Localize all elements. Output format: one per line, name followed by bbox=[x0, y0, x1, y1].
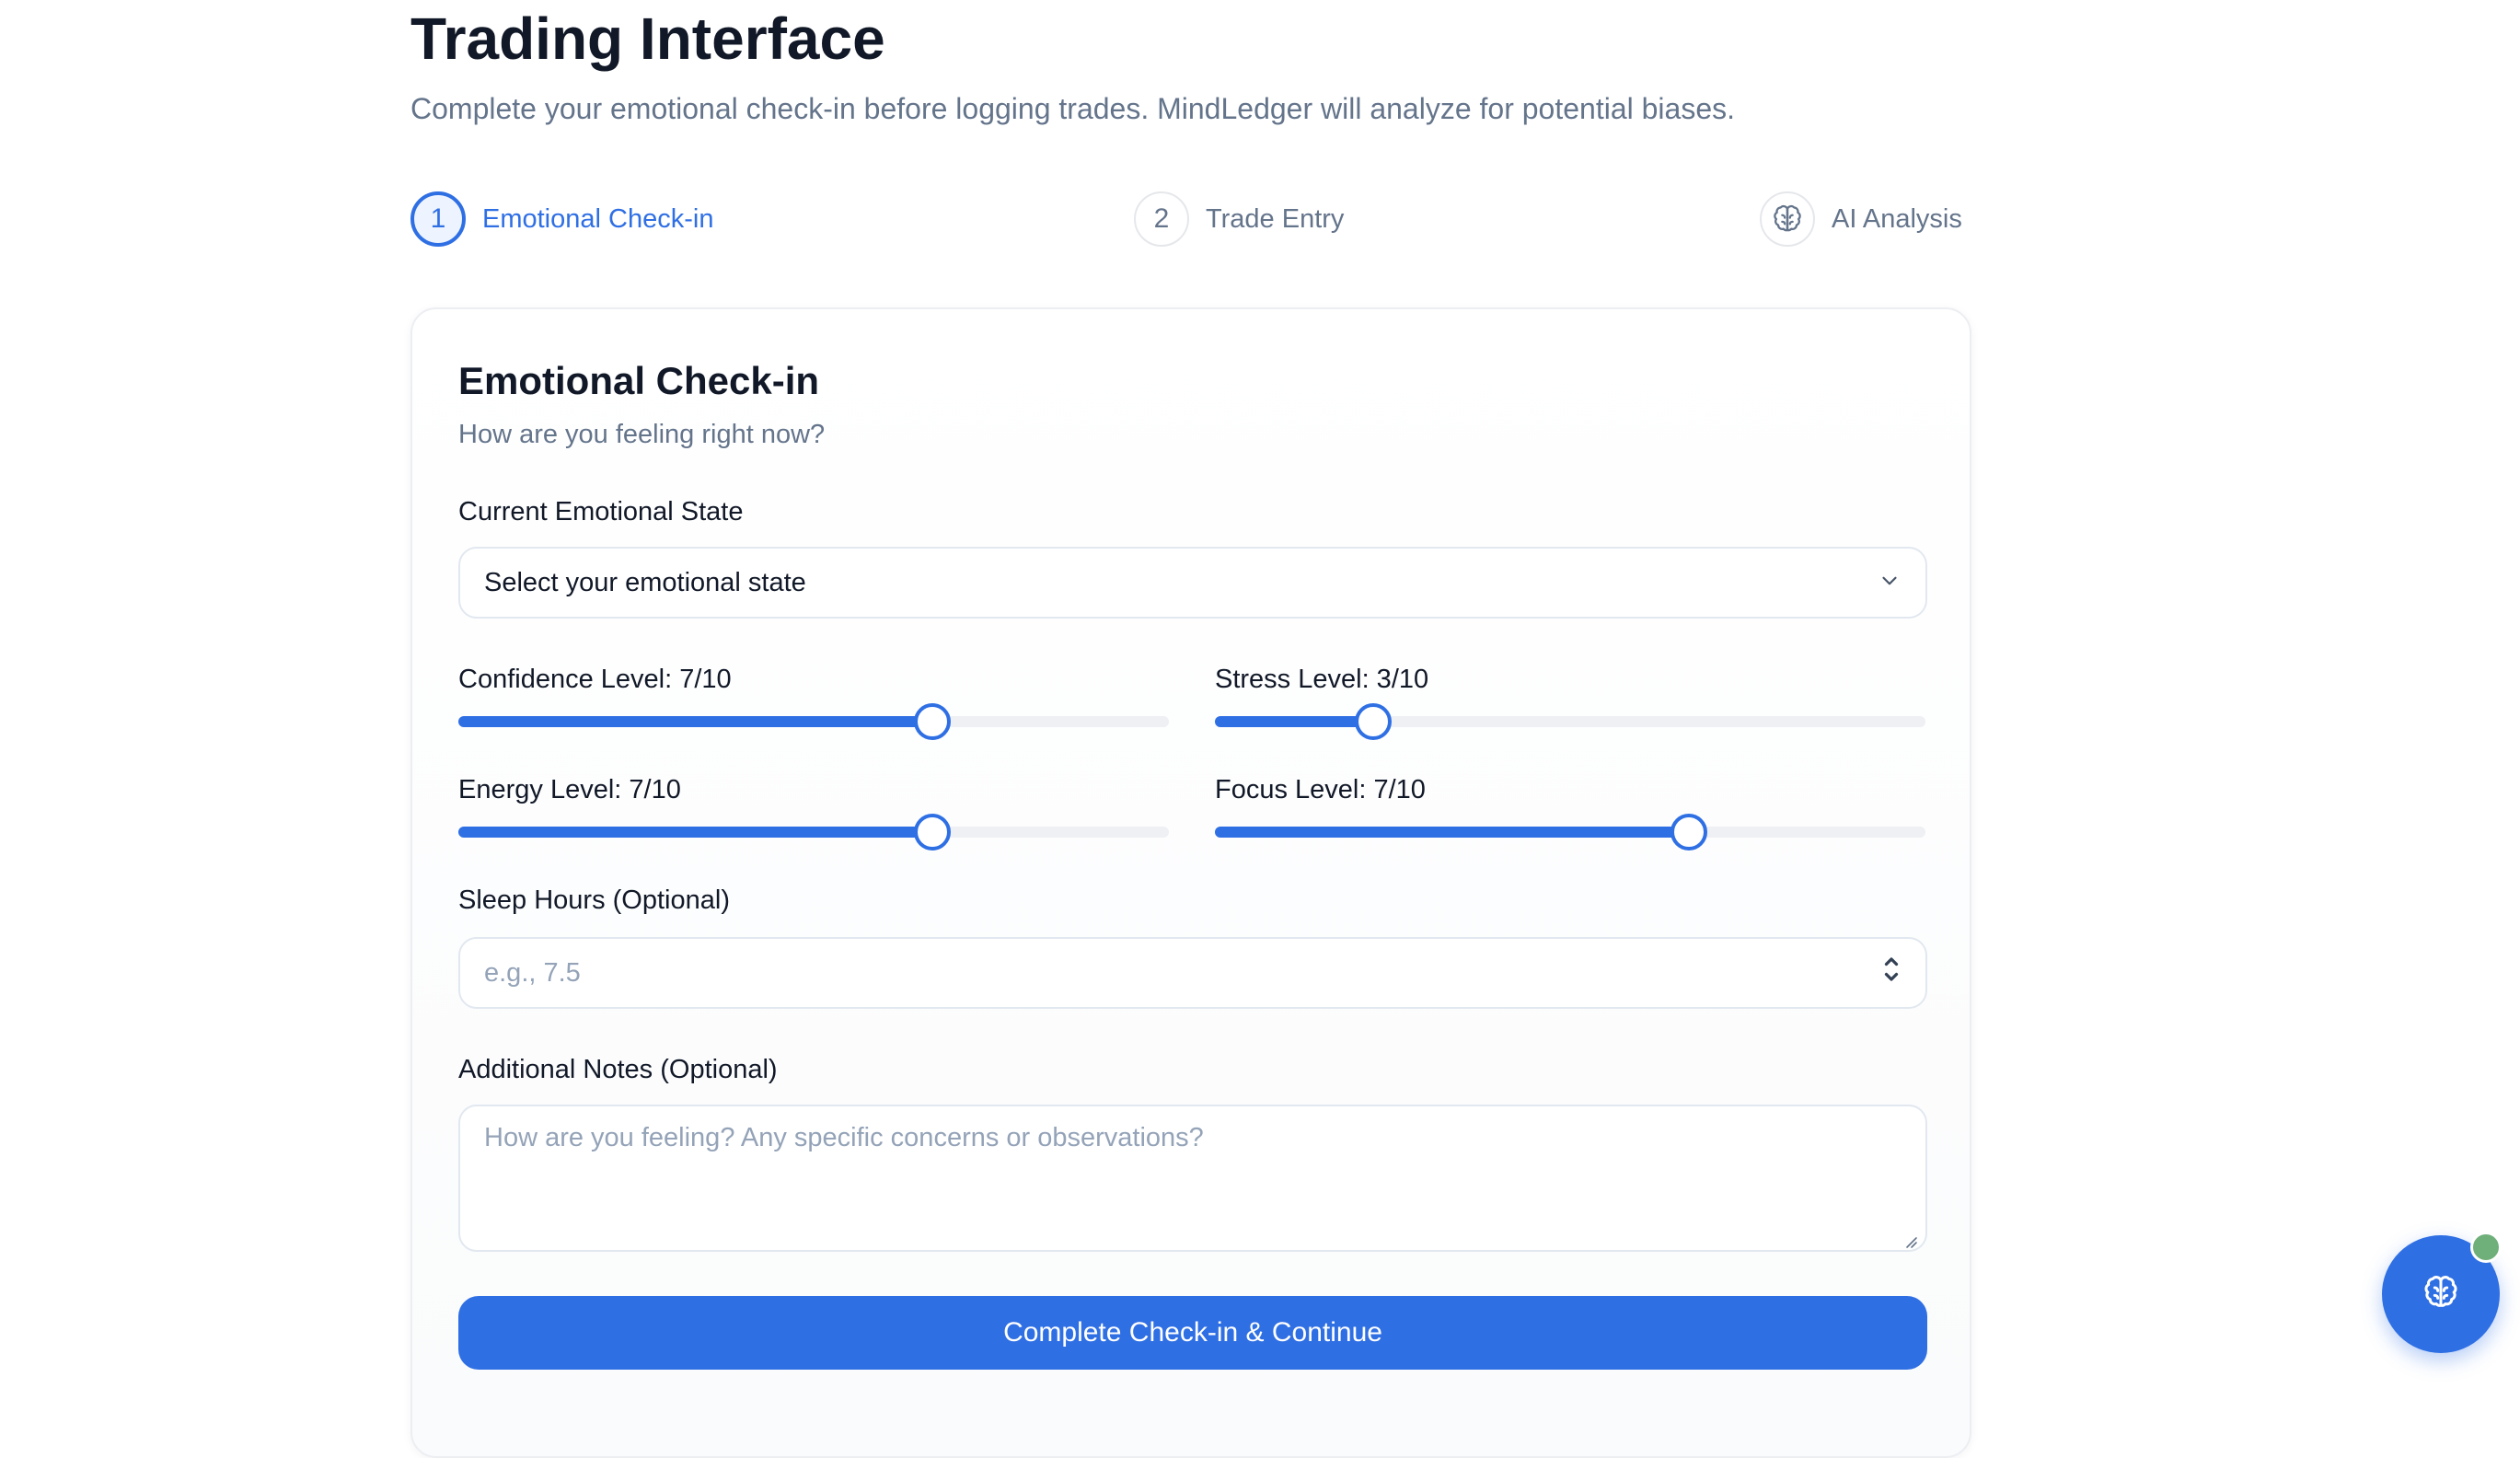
chevron-down-icon bbox=[1878, 569, 1902, 597]
sleep-hours-placeholder: e.g., 7.5 bbox=[484, 957, 581, 988]
sleep-hours-input[interactable]: e.g., 7.5 bbox=[458, 937, 1927, 1009]
slider-fill bbox=[458, 716, 932, 727]
step-ai-analysis[interactable]: AI Analysis bbox=[1760, 190, 1962, 249]
step-number-2: 2 bbox=[1134, 191, 1189, 247]
slider-thumb[interactable] bbox=[1670, 814, 1707, 850]
focus-slider[interactable] bbox=[1215, 814, 1925, 850]
brain-icon bbox=[1760, 191, 1815, 247]
complete-check-in-button[interactable]: Complete Check-in & Continue bbox=[458, 1296, 1927, 1370]
step-label: Emotional Check-in bbox=[482, 203, 714, 234]
step-emotional-check-in[interactable]: 1 Emotional Check-in bbox=[410, 190, 713, 249]
slider-thumb[interactable] bbox=[913, 814, 951, 850]
number-stepper-icon[interactable] bbox=[1881, 954, 1902, 992]
step-trade-entry[interactable]: 2 Trade Entry bbox=[1134, 190, 1344, 249]
slider-fill bbox=[1215, 827, 1689, 838]
focus-level-label: Focus Level: 7/10 bbox=[1215, 775, 1426, 804]
emotional-state-select[interactable]: Select your emotional state bbox=[458, 547, 1927, 619]
emotional-state-label: Current Emotional State bbox=[458, 497, 744, 526]
emotional-check-in-card: Emotional Check-in How are you feeling r… bbox=[410, 307, 1971, 1458]
slider-fill bbox=[1215, 716, 1373, 727]
slider-fill bbox=[458, 827, 932, 838]
energy-level-label: Energy Level: 7/10 bbox=[458, 775, 681, 804]
step-label: Trade Entry bbox=[1206, 203, 1345, 234]
notes-placeholder: How are you feeling? Any specific concer… bbox=[484, 1123, 1204, 1152]
energy-slider[interactable] bbox=[458, 814, 1169, 850]
stress-level-label: Stress Level: 3/10 bbox=[1215, 665, 1429, 694]
step-number-1: 1 bbox=[410, 191, 466, 247]
card-subtitle: How are you feeling right now? bbox=[458, 420, 826, 449]
sleep-hours-label: Sleep Hours (Optional) bbox=[458, 885, 730, 915]
brain-icon bbox=[2422, 1274, 2459, 1315]
confidence-slider[interactable] bbox=[458, 703, 1169, 740]
slider-thumb[interactable] bbox=[913, 703, 951, 740]
page-subtitle: Complete your emotional check-in before … bbox=[410, 92, 1736, 125]
step-label: AI Analysis bbox=[1832, 203, 1962, 234]
confidence-level-label: Confidence Level: 7/10 bbox=[458, 665, 732, 694]
card-title: Emotional Check-in bbox=[458, 359, 820, 402]
page-title: Trading Interface bbox=[410, 6, 885, 72]
emotional-state-value: Select your emotional state bbox=[484, 567, 806, 597]
slider-thumb[interactable] bbox=[1354, 703, 1392, 740]
additional-notes-textarea[interactable]: How are you feeling? Any specific concer… bbox=[458, 1105, 1927, 1252]
additional-notes-label: Additional Notes (Optional) bbox=[458, 1055, 778, 1084]
stress-slider[interactable] bbox=[1215, 703, 1925, 740]
resize-handle-icon[interactable] bbox=[1902, 1226, 1918, 1248]
online-status-dot bbox=[2470, 1232, 2502, 1263]
